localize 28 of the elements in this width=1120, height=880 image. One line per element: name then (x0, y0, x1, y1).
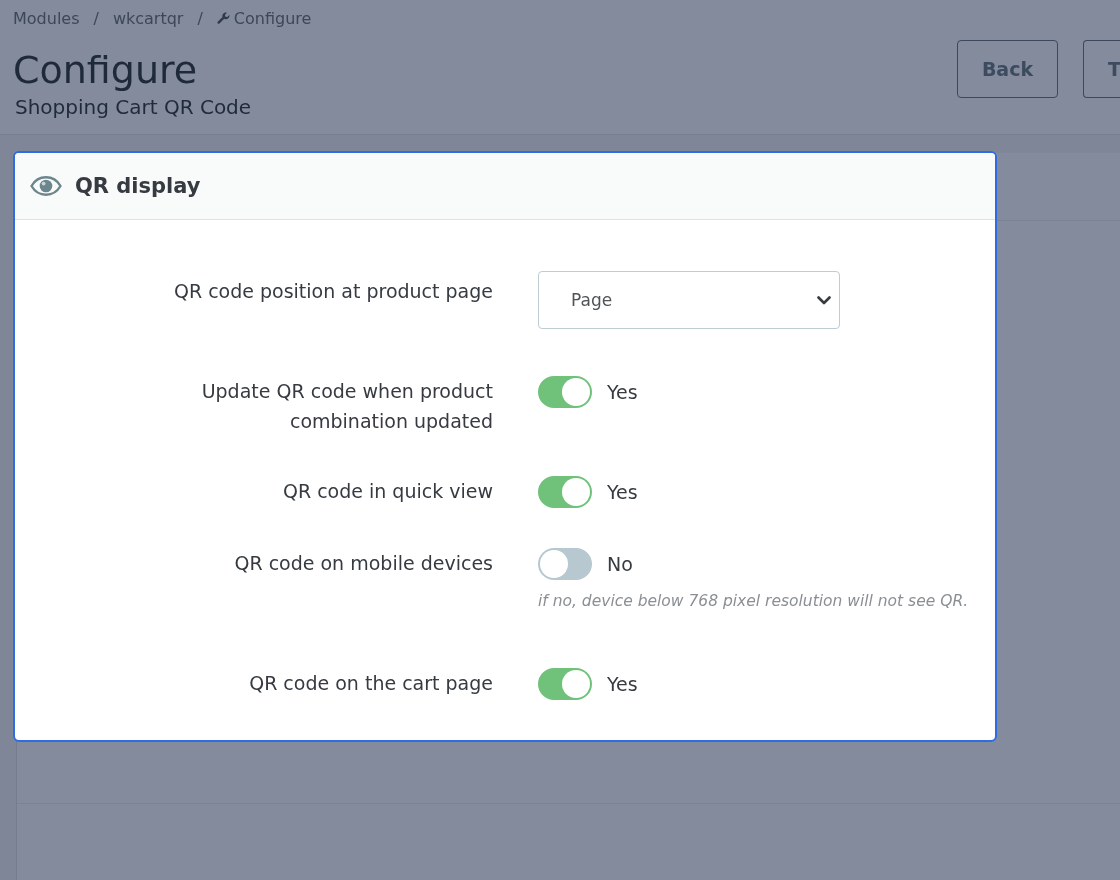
switch-state-label: No (607, 553, 633, 575)
wrench-icon (216, 11, 230, 25)
toggle-switch[interactable] (538, 476, 592, 508)
switch-state-label: Yes (607, 673, 638, 695)
field-label: QR code on the cart page (249, 671, 493, 696)
header-button[interactable]: Back (957, 40, 1058, 98)
chevron-down-icon (817, 295, 831, 305)
breadcrumb-link[interactable]: Modules (13, 8, 80, 28)
page-title: Configure (13, 47, 199, 94)
eye-icon (30, 176, 62, 196)
switch-state-label: Yes (607, 381, 638, 403)
header-button[interactable]: T (1083, 40, 1120, 98)
breadcrumb-separator: / (93, 8, 99, 28)
toggle-switch[interactable] (538, 548, 592, 580)
help-text: if no, device below 768 pixel resolution will not see QR. (538, 591, 969, 611)
position-select[interactable]: Page (538, 271, 840, 329)
card-title: QR display (75, 174, 201, 198)
breadcrumb-link[interactable]: wkcartqr (112, 8, 184, 28)
breadcrumb-separator: / (197, 8, 203, 28)
field-label: QR code in quick view (282, 479, 493, 504)
field-label: QR code on mobile devices (234, 551, 493, 576)
field-label: Update QR code when product combination updated (200, 379, 493, 434)
toggle-switch[interactable] (538, 668, 592, 700)
breadcrumb-current: Configure (233, 8, 312, 28)
field-label: QR code position at product page (173, 279, 493, 304)
toggle-switch[interactable] (538, 376, 592, 408)
page-subtitle: Shopping Cart QR Code (15, 94, 253, 120)
switch-state-label: Yes (607, 481, 638, 503)
